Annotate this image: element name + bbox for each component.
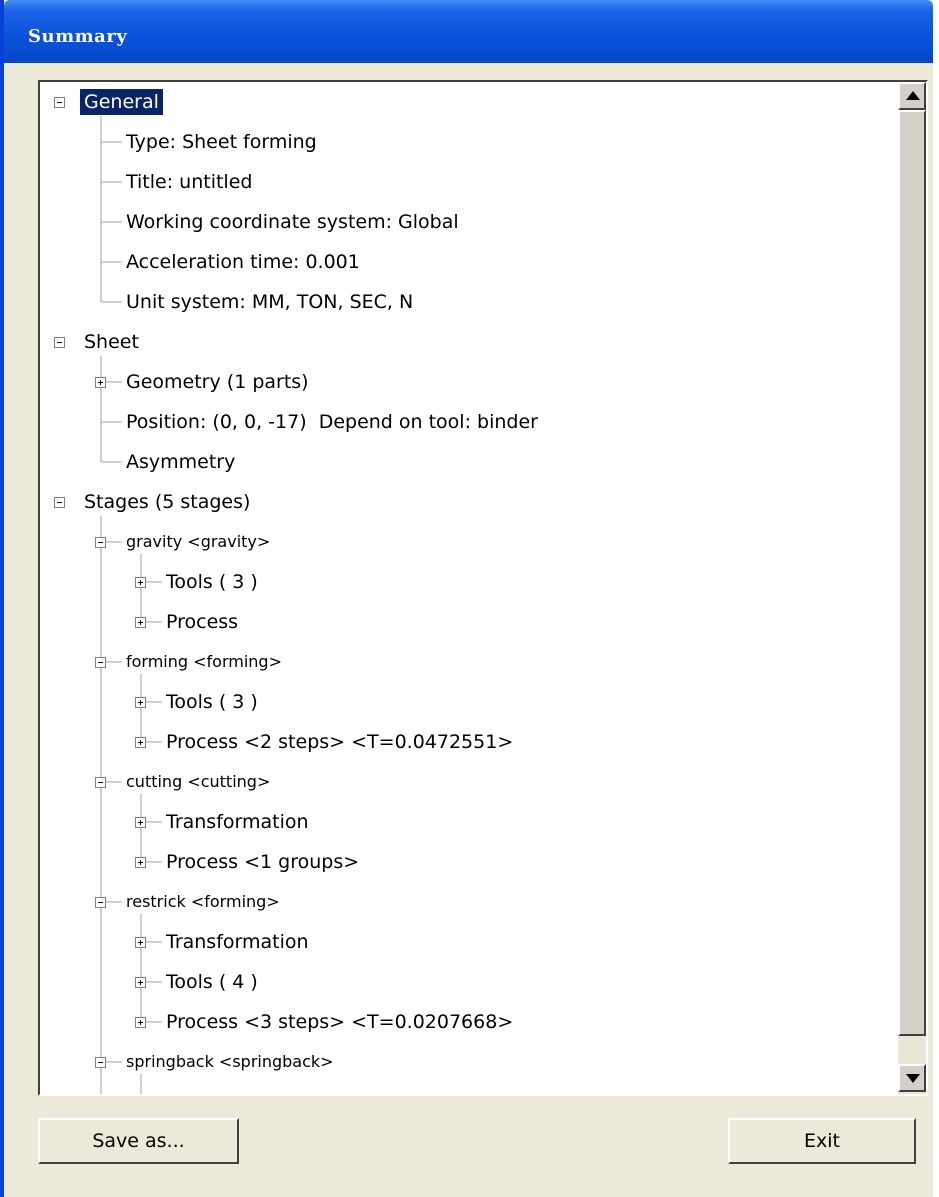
title-bar[interactable]: Summary bbox=[4, 0, 933, 63]
tree-node-gravity-process[interactable]: Process bbox=[166, 609, 238, 635]
collapse-restrick-icon[interactable] bbox=[95, 897, 106, 908]
tree-node-stage-springback[interactable]: springback <springback> bbox=[126, 1049, 334, 1075]
tree-node-type[interactable]: Type: Sheet forming bbox=[126, 129, 317, 155]
scroll-down-button[interactable] bbox=[898, 1064, 926, 1092]
expand-restrick-process-icon[interactable] bbox=[135, 1017, 146, 1028]
expand-cutting-transformation-icon[interactable] bbox=[135, 817, 146, 828]
tree-node-restrick-process[interactable]: Process <3 steps> <T=0.0207668> bbox=[166, 1009, 513, 1035]
expand-restrick-tools-icon[interactable] bbox=[135, 977, 146, 988]
tree-node-restrick-transformation[interactable]: Transformation bbox=[166, 929, 309, 955]
tree-node-forming-process[interactable]: Process <2 steps> <T=0.0472551> bbox=[166, 729, 513, 755]
expand-forming-tools-icon[interactable] bbox=[135, 697, 146, 708]
tree-node-acceleration-time[interactable]: Acceleration time: 0.001 bbox=[126, 249, 360, 275]
tree-node-restrick-tools[interactable]: Tools ( 4 ) bbox=[166, 969, 258, 995]
arrow-up-icon bbox=[906, 91, 920, 100]
expand-cutting-process-icon[interactable] bbox=[135, 857, 146, 868]
tree-node-sheet[interactable]: Sheet bbox=[84, 329, 139, 355]
collapse-sheet-icon[interactable] bbox=[54, 337, 65, 348]
tree-node-asymmetry[interactable]: Asymmetry bbox=[126, 449, 235, 475]
tree-node-unit-system[interactable]: Unit system: MM, TON, SEC, N bbox=[126, 289, 413, 315]
tree-node-cutting-process[interactable]: Process <1 groups> bbox=[166, 849, 359, 875]
expand-gravity-tools-icon[interactable] bbox=[135, 577, 146, 588]
collapse-stages-icon[interactable] bbox=[54, 497, 65, 508]
arrow-down-icon bbox=[906, 1074, 920, 1083]
collapse-springback-icon[interactable] bbox=[95, 1057, 106, 1068]
window-title: Summary bbox=[28, 26, 128, 47]
tree-node-working-coordinate-system[interactable]: Working coordinate system: Global bbox=[126, 209, 459, 235]
save-as-button[interactable]: Save as... bbox=[38, 1118, 239, 1164]
tree-node-stage-cutting[interactable]: cutting <cutting> bbox=[126, 769, 270, 795]
exit-button[interactable]: Exit bbox=[728, 1118, 916, 1164]
tree-node-title[interactable]: Title: untitled bbox=[126, 169, 252, 195]
expand-restrick-transformation-icon[interactable] bbox=[135, 937, 146, 948]
tree-node-geometry[interactable]: Geometry (1 parts) bbox=[126, 369, 309, 395]
tree-node-forming-tools[interactable]: Tools ( 3 ) bbox=[166, 689, 258, 715]
expand-gravity-process-icon[interactable] bbox=[135, 617, 146, 628]
tree-node-position[interactable]: Position: (0, 0, -17) Depend on tool: bi… bbox=[126, 409, 538, 435]
collapse-general-icon[interactable] bbox=[54, 97, 65, 108]
collapse-gravity-icon[interactable] bbox=[95, 537, 106, 548]
tree-node-stage-forming[interactable]: forming <forming> bbox=[126, 649, 282, 675]
vertical-scrollbar[interactable] bbox=[898, 82, 926, 1094]
tree-node-stages[interactable]: Stages (5 stages) bbox=[84, 489, 250, 515]
expand-forming-process-icon[interactable] bbox=[135, 737, 146, 748]
summary-tree[interactable]: General Type: Sheet forming Title: untit… bbox=[38, 80, 928, 1096]
tree-node-general[interactable]: General bbox=[80, 89, 163, 115]
collapse-forming-icon[interactable] bbox=[95, 657, 106, 668]
scroll-up-button[interactable] bbox=[898, 82, 926, 110]
tree-node-gravity-tools[interactable]: Tools ( 3 ) bbox=[166, 569, 258, 595]
tree-node-cutting-transformation[interactable]: Transformation bbox=[166, 809, 309, 835]
collapse-cutting-icon[interactable] bbox=[95, 777, 106, 788]
tree-node-stage-restrick[interactable]: restrick <forming> bbox=[126, 889, 280, 915]
scrollbar-thumb[interactable] bbox=[898, 110, 926, 1036]
tree-node-stage-gravity[interactable]: gravity <gravity> bbox=[126, 529, 270, 555]
expand-geometry-icon[interactable] bbox=[95, 377, 106, 388]
summary-dialog: Summary General Type: Sheet forming Titl… bbox=[0, 0, 939, 1197]
